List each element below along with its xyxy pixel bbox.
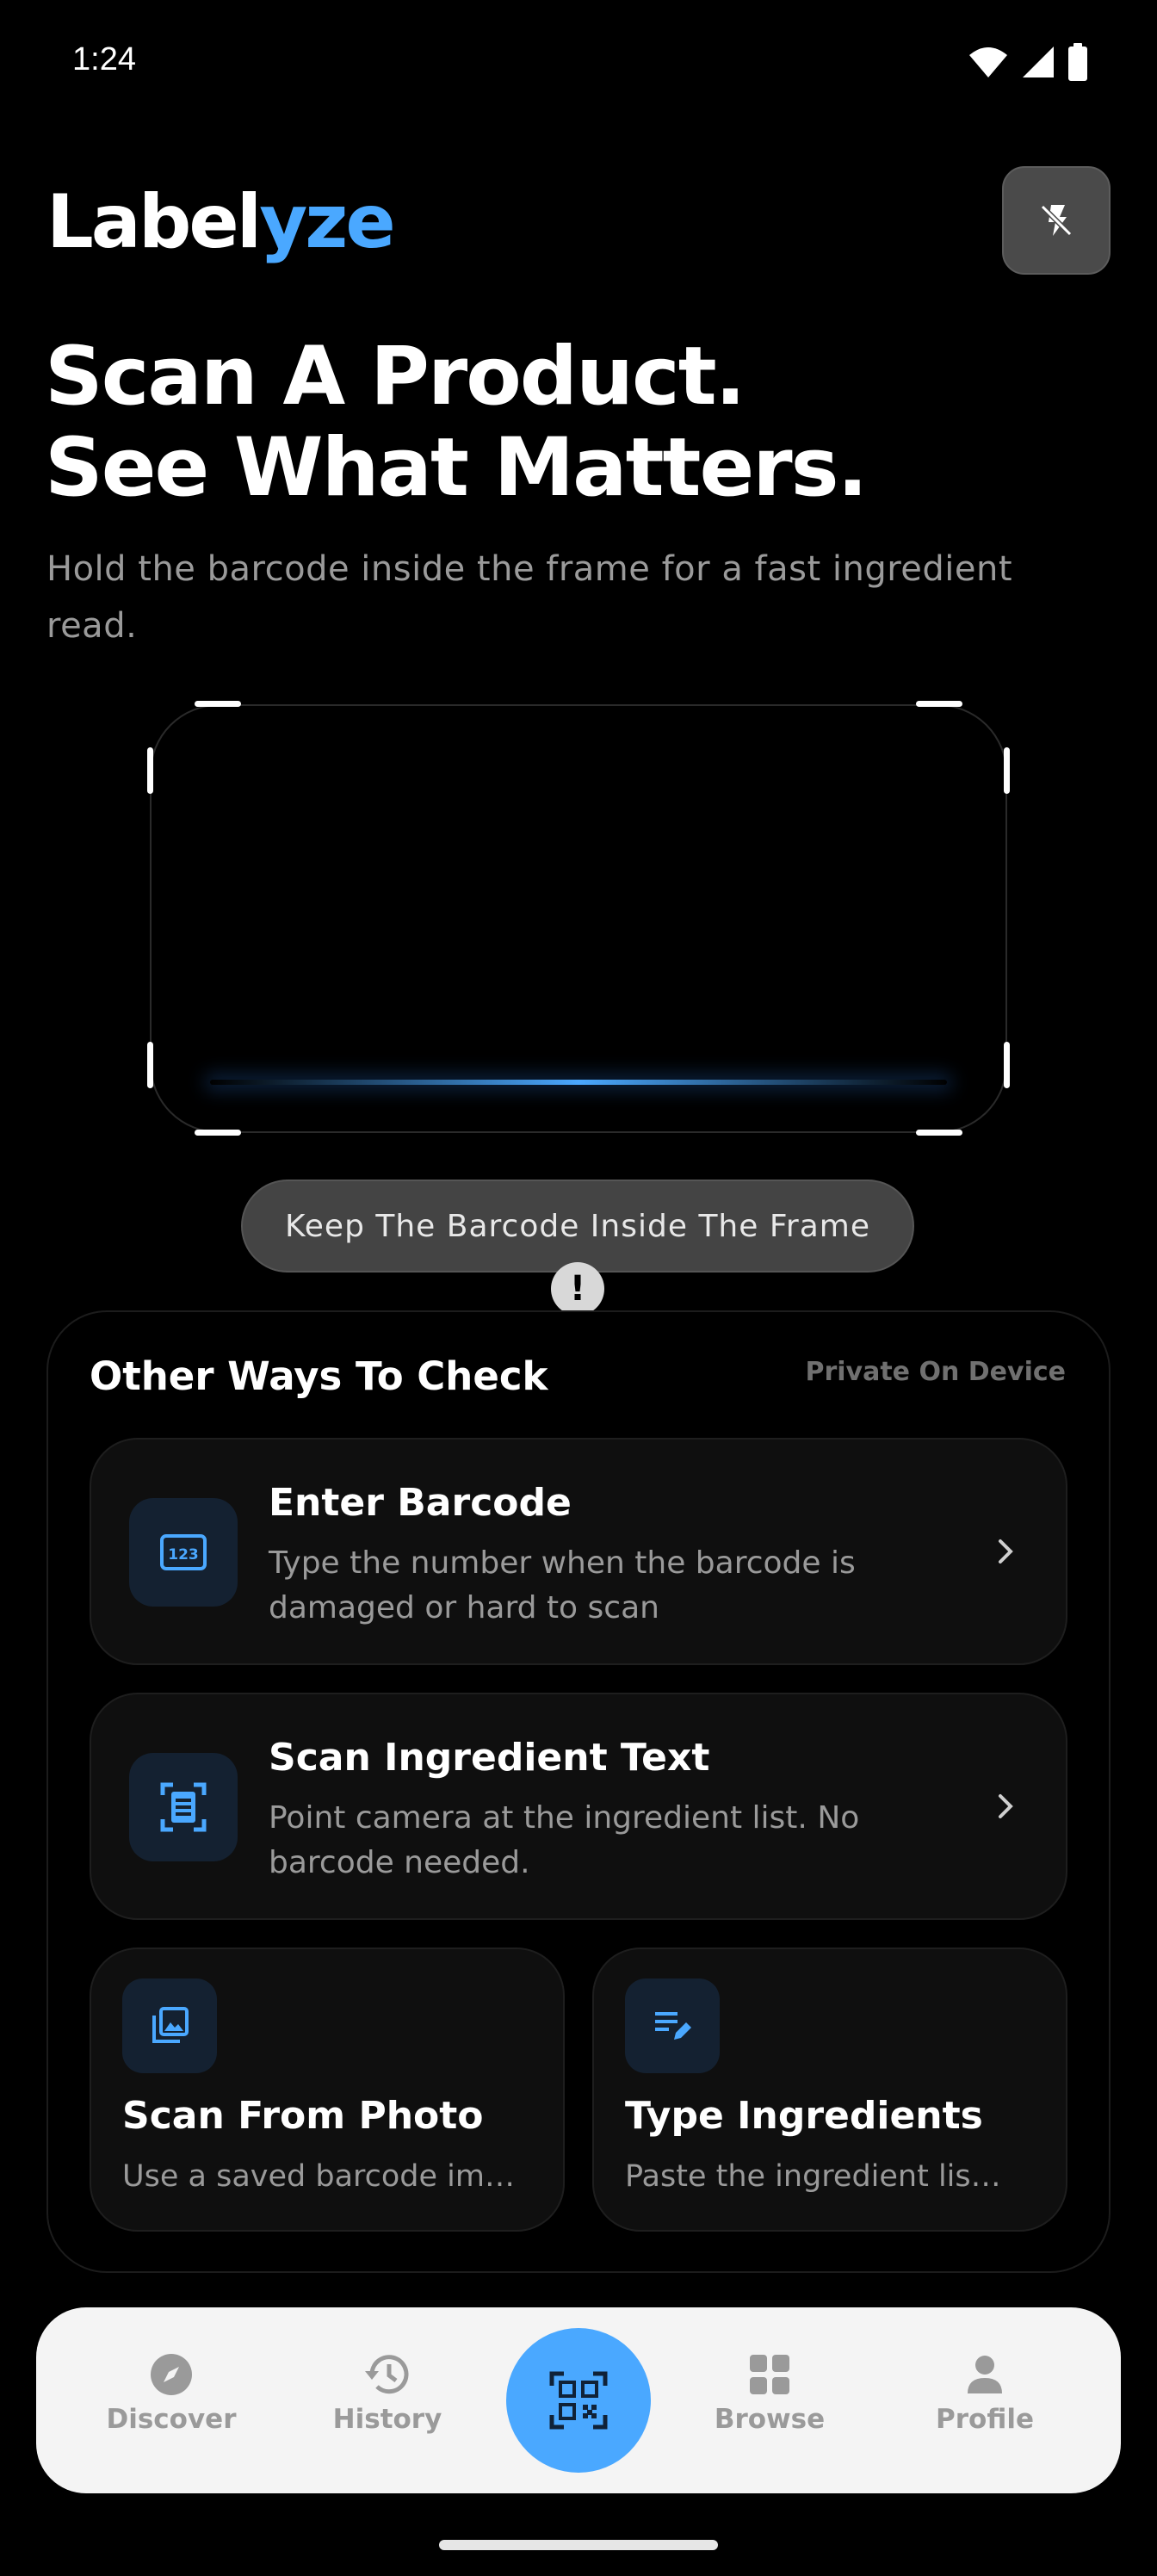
nav-label: Discover [106, 2404, 237, 2435]
barcode-123-icon: 123 [160, 1534, 207, 1570]
scanner-viewfinder [150, 704, 1007, 1133]
tile-description: Use a saved barcode im… [122, 2159, 515, 2194]
scan-hint: Keep The Barcode Inside The Frame [241, 1180, 914, 1273]
grid-icon [684, 2349, 856, 2400]
cellular-signal-icon [1023, 46, 1054, 77]
scan-from-photo-tile[interactable]: Scan From Photo Use a saved barcode im… [90, 1947, 565, 2232]
photo-library-icon [152, 2007, 189, 2043]
tile-icon-box [122, 1978, 217, 2073]
person-icon [899, 2349, 1071, 2400]
nav-item-history[interactable]: History [301, 2349, 473, 2435]
app-logo: Labelyze [46, 179, 396, 265]
flash-toggle-button[interactable] [1002, 166, 1111, 275]
home-indicator[interactable] [439, 2540, 718, 2550]
headline-line-2: See What Matters. [45, 421, 868, 515]
svg-text:123: 123 [168, 1546, 199, 1564]
frame-corner-top-right-v [1004, 747, 1010, 794]
option-title: Scan Ingredient Text [269, 1736, 710, 1780]
tile-description: Paste the ingredient lis… [625, 2159, 1001, 2194]
nav-item-discover[interactable]: Discover [85, 2349, 257, 2435]
page-headline: Scan A Product. See What Matters. [45, 330, 868, 515]
chevron-right-icon [999, 1539, 1013, 1564]
compass-icon [85, 2349, 257, 2400]
status-time: 1:24 [72, 41, 136, 77]
tile-icon-box [625, 1978, 720, 2073]
option-title: Enter Barcode [269, 1481, 572, 1525]
option-icon-box: 123 [129, 1498, 238, 1607]
alert-icon: ! [551, 1262, 604, 1316]
option-description: Point camera at the ingredient list. No … [269, 1800, 860, 1880]
scan-ingredient-text-option[interactable]: Scan Ingredient Text Point camera at the… [90, 1693, 1067, 1920]
nav-label: Browse [714, 2404, 826, 2435]
frame-corner-bottom-left-v [147, 1042, 153, 1088]
frame-corner-top-left-h [195, 701, 241, 707]
option-description: Type the number when the barcode is dama… [269, 1545, 856, 1625]
headline-line-1: Scan A Product. [45, 330, 746, 424]
status-icons [968, 43, 1088, 81]
nav-item-browse[interactable]: Browse [684, 2349, 856, 2435]
edit-list-icon [655, 2012, 691, 2040]
status-bar: 1:24 [0, 0, 1157, 129]
chevron-right-icon [999, 1794, 1013, 1818]
type-ingredients-tile[interactable]: Type Ingredients Paste the ingredient li… [592, 1947, 1067, 2232]
logo-accent: yze [259, 179, 395, 265]
logo-main: Label [46, 179, 262, 265]
frame-corner-bottom-right-v [1004, 1042, 1010, 1088]
page-subtitle: Hold the barcode inside the frame for a … [46, 549, 1013, 646]
wifi-icon [969, 47, 1007, 77]
nav-item-profile[interactable]: Profile [899, 2349, 1071, 2435]
tile-title: Type Ingredients [625, 2094, 983, 2138]
tile-title: Scan From Photo [122, 2094, 484, 2138]
other-ways-title: Other Ways To Check [90, 1353, 548, 1399]
scan-line [210, 1080, 947, 1085]
frame-corner-bottom-right-h [916, 1130, 962, 1136]
scan-screen: 1:24 Labelyze Scan A Product. See What M… [0, 0, 1157, 2576]
qr-scan-icon [549, 2371, 608, 2430]
flash-off-icon [1040, 204, 1073, 237]
option-icon-box [129, 1753, 238, 1861]
private-badge: Private On Device [805, 1357, 1066, 1387]
scan-button[interactable] [506, 2328, 651, 2473]
battery-icon [1068, 43, 1087, 81]
frame-corner-top-right-h [916, 701, 962, 707]
document-scan-icon [160, 1782, 207, 1832]
frame-corner-bottom-left-h [195, 1130, 241, 1136]
bottom-navigation: Discover History Browse Profile [36, 2307, 1121, 2493]
history-icon [301, 2349, 473, 2400]
frame-corner-top-left-v [147, 747, 153, 794]
enter-barcode-option[interactable]: 123 Enter Barcode Type the number when t… [90, 1438, 1067, 1665]
nav-label: Profile [936, 2404, 1034, 2435]
nav-label: History [332, 2404, 442, 2435]
